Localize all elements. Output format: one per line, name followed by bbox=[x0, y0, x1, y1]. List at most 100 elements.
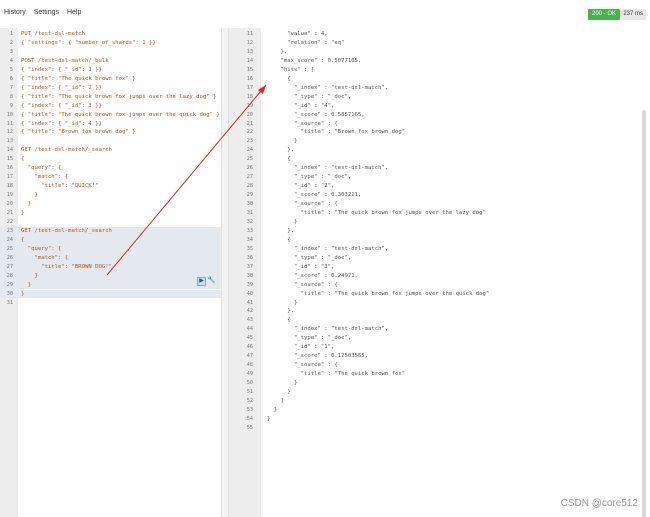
request-line: 27 "title": "BROWN DOG!" bbox=[0, 262, 221, 272]
line-number: 27 bbox=[246, 174, 253, 181]
response-code: "title" : "The quick brown fox jumps ove… bbox=[267, 290, 490, 297]
request-editor[interactable]: 1 PUT /test-dsl-match 2 { "settings": { "nu… bbox=[0, 28, 221, 517]
request-code: { "index": { "_id": 4 }} bbox=[21, 120, 102, 127]
line-number: 15 bbox=[6, 156, 13, 163]
request-code: { "title": "Brown fox brown dog" } bbox=[21, 129, 136, 136]
response-code: "_score" : 0.5857165, bbox=[267, 111, 365, 118]
line-number: 22 bbox=[246, 129, 253, 136]
request-code: { "settings": { "number_of_shards": 1 }} bbox=[21, 39, 156, 46]
request-line: 22 bbox=[0, 218, 221, 227]
run-request-icon[interactable]: ▶ bbox=[197, 277, 206, 286]
line-number: 51 bbox=[246, 389, 253, 395]
request-line: 16 "query": { bbox=[0, 164, 221, 173]
line-number: 46 bbox=[246, 344, 253, 351]
response-line: 20 "_score" : 0.5857165, bbox=[229, 111, 650, 120]
line-number: 25 bbox=[6, 245, 13, 252]
response-line: 45 "_type" : "_doc", bbox=[229, 334, 650, 343]
response-code: "max_score" : 0.5077165, bbox=[267, 57, 362, 64]
response-code: "_type" : "_doc", bbox=[267, 174, 352, 181]
response-line: 23 } bbox=[229, 137, 650, 146]
line-number: 16 bbox=[246, 75, 253, 82]
request-line: 30} bbox=[0, 289, 221, 299]
response-code: "_id" : "2", bbox=[267, 183, 335, 190]
line-number: 14 bbox=[6, 147, 13, 154]
line-number: 11 bbox=[246, 31, 253, 37]
response-line: 16 { bbox=[229, 75, 650, 84]
response-line: 27 "_type" : "_doc", bbox=[229, 173, 650, 182]
line-number: 26 bbox=[6, 254, 13, 261]
response-line: 14 "max_score" : 0.5077165, bbox=[229, 57, 650, 66]
line-number: 30 bbox=[246, 201, 253, 208]
request-code: "query": { bbox=[21, 165, 62, 172]
response-code: "_index" : "test-dsl-match", bbox=[267, 326, 389, 333]
line-number: 43 bbox=[246, 317, 253, 324]
line-number: 47 bbox=[246, 353, 253, 360]
response-line: 54} bbox=[229, 415, 650, 424]
response-line: 41 } bbox=[229, 299, 650, 308]
line-number: 42 bbox=[246, 308, 253, 315]
line-number: 19 bbox=[6, 192, 13, 199]
response-line: 52 ] bbox=[229, 397, 650, 406]
line-number: 20 bbox=[6, 201, 13, 208]
request-code: { "index": { "_id": 3 }} bbox=[21, 102, 102, 109]
line-number: 53 bbox=[246, 406, 253, 413]
response-line: 21 "_source" : { bbox=[229, 120, 650, 129]
response-code: } bbox=[267, 389, 291, 395]
line-number: 12 bbox=[6, 129, 13, 136]
response-line: 18 "_type" : "_doc", bbox=[229, 93, 650, 102]
line-number: 35 bbox=[246, 245, 253, 252]
request-code: { bbox=[21, 156, 25, 163]
request-code: { "index": { "_id": 1 }} bbox=[21, 66, 102, 73]
request-line: 10 { "title": "The quick brown fox jumps … bbox=[0, 111, 221, 120]
response-viewer[interactable]: 11 "value" : 4, 12 "relation" : "eq" 13 },… bbox=[229, 28, 650, 517]
line-number: 39 bbox=[246, 281, 253, 288]
line-number: 32 bbox=[246, 218, 253, 225]
pane-divider[interactable] bbox=[221, 28, 229, 517]
line-number: 18 bbox=[246, 93, 253, 100]
response-line: 48 "_source" : { bbox=[229, 361, 650, 370]
line-number: 33 bbox=[246, 227, 253, 234]
line-number: 50 bbox=[246, 380, 253, 387]
line-number: 38 bbox=[246, 272, 253, 279]
line-number: 1 bbox=[9, 31, 13, 37]
response-line: 11 "value" : 4, bbox=[229, 30, 650, 39]
response-scrollbar[interactable] bbox=[642, 110, 646, 517]
response-line: 49 "title" : "The quick brown fox" bbox=[229, 370, 650, 379]
response-code: "_source" : { bbox=[267, 120, 338, 127]
wrench-icon[interactable]: 🔧 bbox=[207, 276, 216, 285]
response-line: 15 "hits" : [ bbox=[229, 66, 650, 75]
response-code: "_source" : { bbox=[267, 201, 338, 208]
response-line: 33 }, bbox=[229, 227, 650, 236]
line-number: 24 bbox=[6, 236, 13, 243]
response-code: } bbox=[267, 299, 298, 306]
response-code: "_score" : 0.303221, bbox=[267, 192, 362, 199]
request-line: 4 POST /test-dsl-match/_bulk bbox=[0, 57, 221, 66]
menu-settings[interactable]: Settings bbox=[34, 9, 59, 16]
request-line: 7 { "index": { "_id": 2 }} bbox=[0, 84, 221, 93]
request-code: "title": "QUICK!" bbox=[21, 183, 99, 190]
menu-help[interactable]: Help bbox=[67, 9, 81, 16]
line-number: 45 bbox=[246, 335, 253, 342]
request-line: 28 } bbox=[0, 271, 221, 281]
response-code: "_id" : "1", bbox=[267, 344, 335, 351]
request-line: 13 bbox=[0, 137, 221, 146]
line-number: 44 bbox=[246, 326, 253, 333]
response-time-badge: 237 ms bbox=[620, 9, 646, 20]
line-number: 17 bbox=[246, 84, 253, 91]
request-line: 25 "query": { bbox=[0, 244, 221, 254]
response-line: 19 "_id" : "4", bbox=[229, 102, 650, 111]
response-code: { bbox=[267, 317, 291, 324]
line-number: 10 bbox=[6, 111, 13, 118]
menu-history[interactable]: History bbox=[4, 9, 26, 16]
request-line: 15 { bbox=[0, 155, 221, 164]
request-code: { "title": "The quick brown fox jumps ov… bbox=[21, 111, 220, 118]
response-line: 53 } bbox=[229, 406, 650, 415]
request-line: 18 "title": "QUICK!" bbox=[0, 182, 221, 191]
line-number: 20 bbox=[246, 111, 253, 118]
line-number: 52 bbox=[246, 397, 253, 404]
request-code: PUT /test-dsl-match bbox=[21, 31, 85, 37]
response-code: "relation" : "eq" bbox=[267, 39, 345, 46]
response-line: 50 } bbox=[229, 379, 650, 388]
response-line: 47 "_score" : 0.12503565, bbox=[229, 352, 650, 361]
response-line: 32 } bbox=[229, 218, 650, 227]
